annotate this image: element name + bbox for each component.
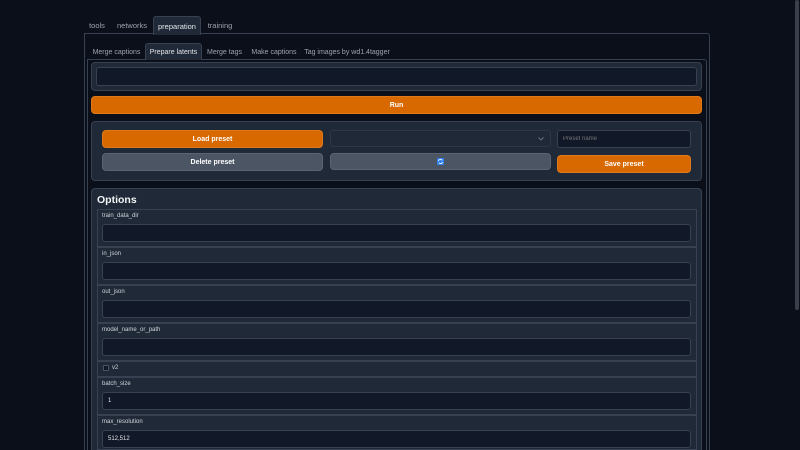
batch-size-input[interactable]: 1 (102, 392, 691, 410)
subtab-merge-captions[interactable]: Merge captions (89, 45, 144, 59)
load-preset-button[interactable]: Load preset (102, 130, 323, 148)
model-name-input[interactable] (102, 338, 691, 356)
max-resolution-label: max_resolution (102, 419, 143, 425)
subtab-merge-tags[interactable]: Merge tags (204, 45, 245, 59)
refresh-presets-button[interactable] (330, 153, 551, 170)
in-json-input[interactable] (102, 262, 691, 280)
out-json-label: out_json (102, 289, 125, 295)
page-scrollbar-thumb[interactable] (795, 0, 799, 310)
train-data-dir-label: train_data_dir (102, 213, 139, 219)
delete-preset-button[interactable]: Delete preset (102, 153, 323, 171)
tab-tools[interactable]: tools (84, 17, 110, 34)
v2-block (97, 361, 697, 377)
in-json-label: in_json (102, 251, 122, 257)
subtab-prepare-latents[interactable]: Prepare latents (145, 43, 202, 60)
options-title: Options (97, 194, 137, 206)
preset-name-input[interactable] (557, 130, 691, 148)
output-panel (91, 62, 702, 91)
v2-label: v2 (112, 365, 119, 371)
model-name-label: model_name_or_path (102, 327, 161, 333)
tab-preparation[interactable]: preparation (153, 16, 201, 35)
tab-networks[interactable]: networks (114, 17, 150, 34)
batch-size-label: batch_size (102, 381, 131, 387)
run-button[interactable]: Run (91, 96, 702, 114)
out-json-input[interactable] (102, 300, 691, 318)
train-data-dir-input[interactable] (102, 224, 691, 242)
preset-dropdown[interactable] (330, 130, 551, 147)
max-resolution-input[interactable]: 512,512 (102, 430, 691, 448)
tab-training[interactable]: training (204, 17, 236, 34)
subtab-make-captions[interactable]: Make captions (248, 45, 300, 59)
save-preset-button[interactable]: Save preset (557, 155, 691, 173)
refresh-icon (437, 158, 444, 165)
chevron-down-icon (538, 137, 544, 141)
subtab-tag-images-wd14[interactable]: Tag images by wd1.4tagger (304, 45, 390, 59)
v2-checkbox[interactable] (103, 365, 109, 371)
output-textbox[interactable] (96, 67, 697, 86)
